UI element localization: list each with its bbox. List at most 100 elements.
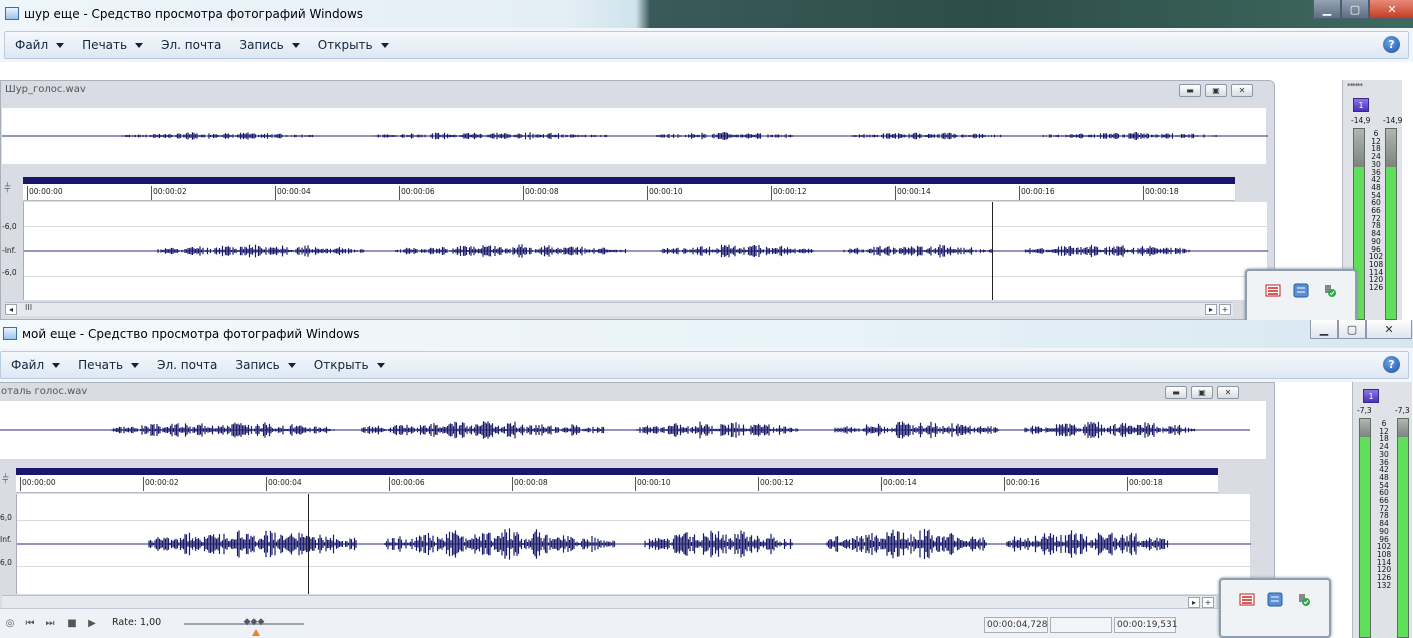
maximize-button[interactable]: ▢ (1338, 320, 1366, 339)
menu-bar: Файл Печать Эл. почта Запись Открыть ? (0, 351, 1409, 379)
ruler-tick-label: 00:00:08 (523, 186, 559, 200)
horizontal-scrollbar[interactable]: ▸ + (2, 595, 1216, 609)
menu-label: Файл (11, 358, 45, 372)
menu-open[interactable]: Открыть (314, 358, 385, 372)
panel-minimize-button[interactable]: ▬ (1165, 386, 1187, 399)
channel-button[interactable]: 1 (1353, 98, 1369, 112)
ruler-tick-label: 00:00:00 (27, 186, 63, 200)
panel-close-button[interactable]: ✕ (1217, 386, 1239, 399)
timeline-ruler[interactable]: 00:00:00 00:00:02 00:00:04 00:00:06 00:00:08… (23, 177, 1235, 201)
menu-burn[interactable]: Запись (239, 38, 300, 52)
track-waveform (24, 244, 1268, 258)
ruler-tick-label: 00:00:02 (143, 477, 179, 491)
zoom-in-button[interactable]: + (1219, 304, 1231, 315)
length-field[interactable]: 00:00:19,531 (1114, 617, 1177, 633)
menu-bar: Файл Печать Эл. почта Запись Открыть ? (4, 31, 1409, 59)
minimize-button[interactable]: ▁ (1310, 320, 1338, 339)
play-icon[interactable]: ▶ (86, 617, 98, 630)
menu-file[interactable]: Файл (15, 38, 65, 52)
caption-buttons: ▁ ▢ ✕ (1310, 320, 1412, 339)
ruler-tick-label: 00:00:14 (895, 186, 931, 200)
playhead-cursor[interactable] (992, 202, 993, 300)
scroll-thumb[interactable]: III (25, 303, 32, 312)
scroll-left-button[interactable]: ◂ (5, 304, 17, 315)
panel-restore-button[interactable]: ▣ (1191, 386, 1213, 399)
settings-panel-icon[interactable] (1293, 283, 1309, 298)
meter-bar-left (1359, 418, 1371, 638)
zoom-in-button[interactable]: + (1202, 597, 1214, 608)
title-bar[interactable]: мой еще - Средство просмотра фотографий … (0, 320, 1413, 348)
overview-waveform (0, 421, 1250, 439)
rate-slider-thumb[interactable]: ◆◆◆ (242, 617, 266, 627)
close-button[interactable]: ✕ (1369, 0, 1413, 19)
menu-label: Эл. почта (161, 38, 222, 52)
tray-popup (1219, 578, 1331, 638)
wav-editor-panel: Шур_голос.wav ▬ ▣ ✕ ⫩ 00:00:00 00:00:02 00… (0, 80, 1275, 320)
timeline-ruler[interactable]: 00:00:00 00:00:02 00:00:04 00:00:06 00:00:08… (16, 468, 1218, 493)
panel-restore-button[interactable]: ▣ (1205, 84, 1227, 97)
waveform-track[interactable] (16, 494, 1251, 594)
equalizer-icon[interactable] (1239, 592, 1255, 607)
snap-icon[interactable]: ⫩ (2, 472, 16, 490)
rate-marker-icon (252, 629, 260, 636)
waveform-overview[interactable] (2, 108, 1268, 164)
stop-icon[interactable]: ■ (66, 617, 78, 630)
menu-file[interactable]: Файл (11, 358, 61, 372)
ruler-tick-label: 00:00:10 (647, 186, 683, 200)
overview-waveform (2, 132, 1268, 140)
channel-button[interactable]: 1 (1363, 389, 1379, 403)
menu-email[interactable]: Эл. почта (161, 38, 221, 52)
photo-viewer-window-2: мой еще - Средство просмотра фотографий … (0, 320, 1413, 638)
waveform-overview[interactable] (0, 401, 1266, 459)
close-button[interactable]: ✕ (1366, 320, 1412, 339)
db-label: 6,0 (0, 513, 12, 522)
photo-viewer-window-1: шур еще - Средство просмотра фотографий … (0, 0, 1413, 320)
menu-print[interactable]: Печать (82, 38, 144, 52)
playhead-cursor[interactable] (308, 494, 309, 594)
menu-label: Файл (15, 38, 49, 52)
photo-viewer-icon (5, 7, 19, 20)
menu-burn[interactable]: Запись (235, 358, 296, 372)
go-to-start-icon[interactable]: ⏮ (24, 617, 36, 630)
menu-open[interactable]: Открыть (318, 38, 389, 52)
db-label: -Inf. (2, 246, 17, 255)
ruler-tick-label: 00:00:16 (1019, 186, 1055, 200)
scroll-right-button[interactable]: ▸ (1205, 304, 1217, 315)
panel-close-button[interactable]: ✕ (1231, 84, 1253, 97)
scroll-right-button[interactable]: ▸ (1188, 597, 1200, 608)
plug-check-icon[interactable] (1321, 283, 1337, 298)
waveform-track[interactable] (23, 202, 1268, 300)
peak-left: -14,9 (1351, 116, 1371, 125)
settings-panel-icon[interactable] (1267, 592, 1283, 607)
ruler-tick-label: 00:00:04 (266, 477, 302, 491)
window-title: мой еще - Средство просмотра фотографий … (22, 327, 360, 341)
snap-icon[interactable]: ⫩ (4, 181, 20, 199)
horizontal-scrollbar[interactable]: ◂ III ▸ + (5, 302, 1233, 316)
go-to-end-icon[interactable]: ⏭ (44, 617, 56, 630)
meter-scale: 6 12 18 24 30 36 42 48 54 60 66 72 78 84 90 96 102 108 114… (1367, 130, 1385, 292)
panel-minimize-button[interactable]: ▬ (1179, 84, 1201, 97)
title-bar[interactable]: шур еще - Средство просмотра фотографий … (0, 0, 1413, 28)
plug-check-icon[interactable] (1295, 592, 1311, 607)
position-field[interactable]: 00:00:04,728 (984, 617, 1048, 633)
panel-window-controls: ▬ ▣ ✕ (1179, 84, 1253, 97)
maximize-button[interactable]: ▢ (1341, 0, 1369, 19)
equalizer-icon[interactable] (1265, 283, 1281, 298)
db-label: -6,0 (2, 222, 17, 231)
minimize-button[interactable]: ▁ (1313, 0, 1341, 19)
chevron-down-icon (376, 362, 385, 368)
wav-editor-panel: оталь голос.wav ▬ ▣ ✕ ⫩ 00:00:00 00:00:02… (0, 382, 1275, 638)
tray-popup (1245, 269, 1357, 320)
window-title: шур еще - Средство просмотра фотографий … (24, 7, 364, 21)
record-icon[interactable]: ◎ (4, 617, 16, 630)
waveform-path (148, 528, 1169, 560)
help-icon[interactable]: ? (1383, 36, 1400, 53)
help-icon[interactable]: ? (1383, 356, 1400, 373)
chevron-down-icon (52, 362, 61, 368)
selection-field[interactable] (1050, 617, 1112, 633)
menu-email[interactable]: Эл. почта (157, 358, 217, 372)
menu-print[interactable]: Печать (78, 358, 140, 372)
waveform-path (111, 421, 1196, 439)
panel-window-controls: ▬ ▣ ✕ (1165, 386, 1239, 399)
meter-scale-label: 126 (1368, 283, 1384, 293)
